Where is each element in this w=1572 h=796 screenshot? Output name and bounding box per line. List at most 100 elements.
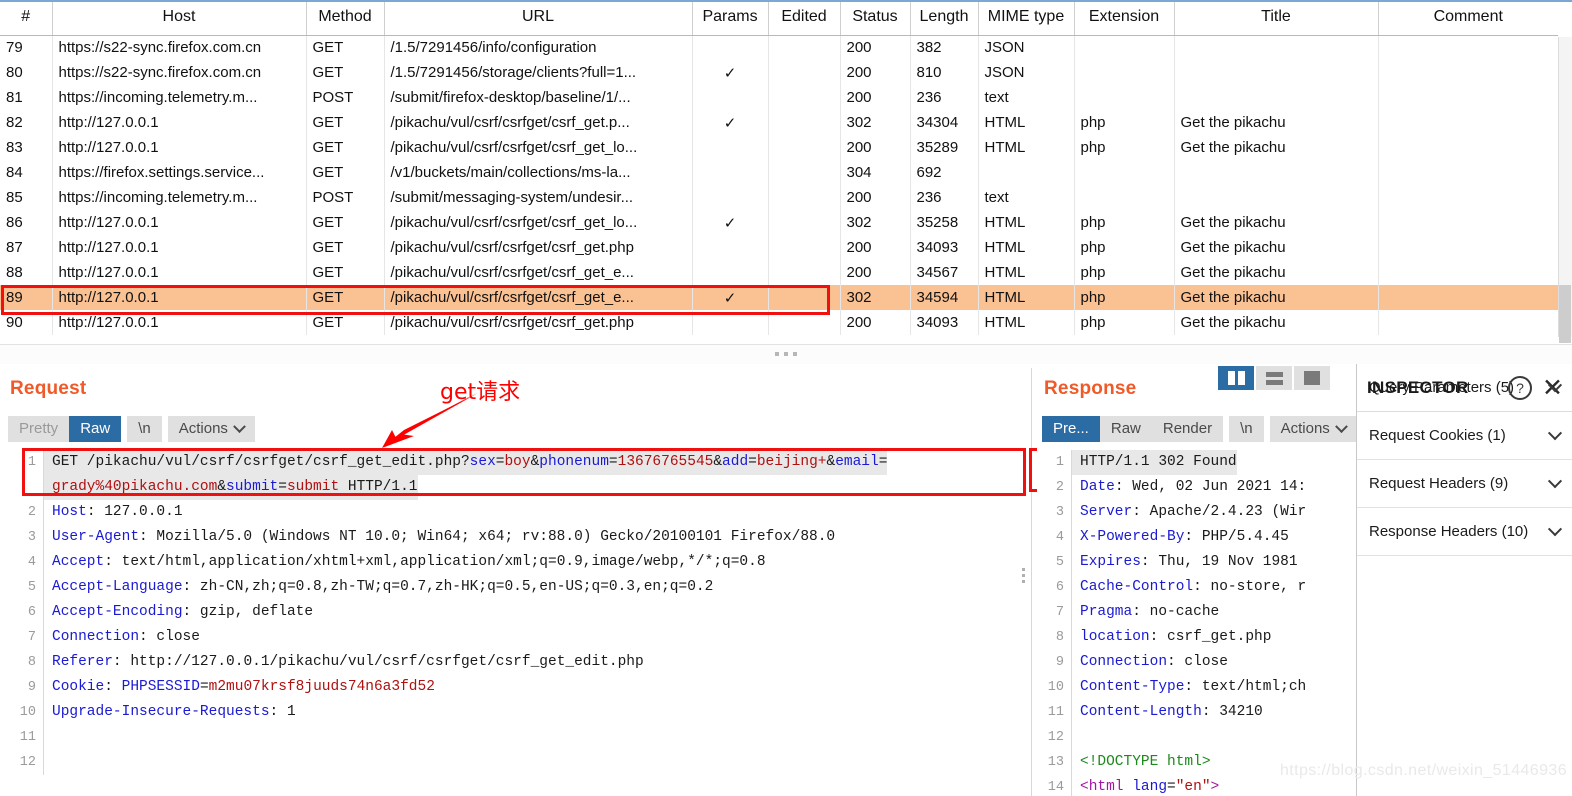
inspector-section-3[interactable]: Request Headers (9) xyxy=(1357,460,1572,508)
table-row[interactable]: 80 https://s22-sync.firefox.com.cn GET/1.5… xyxy=(0,60,1558,85)
column-header-title[interactable]: Title xyxy=(1174,0,1379,36)
cell-params xyxy=(692,235,769,260)
cell-host: https://s22-sync.firefox.com.cn xyxy=(52,60,307,85)
cell-title: Get the pikachu xyxy=(1174,310,1379,335)
request-newline-toggle[interactable]: \n xyxy=(127,416,162,442)
cell-title xyxy=(1174,85,1379,110)
help-icon[interactable]: ? xyxy=(1508,375,1533,400)
cell-method: GET xyxy=(306,310,385,335)
request-pretty-tab[interactable]: Pretty xyxy=(8,416,70,442)
token: : Mozilla/5.0 (Windows NT 10.0; Win64; x… xyxy=(139,529,836,545)
cell-title xyxy=(1174,160,1379,185)
column-header-method[interactable]: Method xyxy=(306,0,385,36)
column-header-extension[interactable]: Extension xyxy=(1074,0,1175,36)
table-row[interactable]: 81 https://incoming.telemetry.m... POST/su… xyxy=(0,85,1558,110)
cell-comment xyxy=(1378,310,1558,335)
column-header-host[interactable]: Host xyxy=(52,0,307,36)
column-header-num[interactable]: # xyxy=(0,0,53,36)
request-editor[interactable]: 1 GET /pikachu/vul/csrf/csrfget/csrf_get_… xyxy=(0,450,1018,796)
line-number: 3 xyxy=(0,525,44,550)
cell-params xyxy=(692,310,769,335)
history-vertical-scrollbar[interactable] xyxy=(1558,37,1572,343)
token: : gzip, deflate xyxy=(182,604,314,620)
cell-comment xyxy=(1378,85,1558,110)
horizontal-splitter[interactable] xyxy=(0,344,1572,364)
request-actions-button[interactable]: Actions xyxy=(167,416,255,442)
cell-ext: php xyxy=(1074,310,1175,335)
token: X-Powered-By xyxy=(1080,529,1185,545)
response-newline-toggle[interactable]: \n xyxy=(1229,416,1264,442)
request-raw-tab[interactable]: Raw xyxy=(69,416,122,442)
response-raw-tab[interactable]: Raw xyxy=(1099,416,1152,442)
table-row[interactable]: 88 http://127.0.0.1 GET/pikachu/vul/csrf/c… xyxy=(0,260,1558,285)
inspector-section-4[interactable]: Response Headers (10) xyxy=(1357,508,1572,556)
cell-edited xyxy=(768,285,841,310)
code-line: 10 Content-Type: text/html;ch xyxy=(1032,675,1354,700)
cell-host: http://127.0.0.1 xyxy=(52,285,307,310)
request-actions-label: Actions xyxy=(178,420,228,437)
cell-num: 84 xyxy=(0,160,53,185)
table-row[interactable]: 87 http://127.0.0.1 GET/pikachu/vul/csrf/c… xyxy=(0,235,1558,260)
token: : xyxy=(104,679,122,695)
token: beijing+ xyxy=(756,454,827,470)
token: = xyxy=(278,479,287,495)
table-row[interactable]: 84 https://firefox.settings.service... GET… xyxy=(0,160,1558,185)
table-row[interactable]: 89 http://127.0.0.1 GET/pikachu/vul/csrf/c… xyxy=(0,285,1558,310)
cell-length: 35289 xyxy=(910,135,979,160)
table-row[interactable]: 85 https://incoming.telemetry.m... POST/su… xyxy=(0,185,1558,210)
cell-mime: JSON xyxy=(978,35,1075,60)
table-row[interactable]: 79 https://s22-sync.firefox.com.cn GET/1.5… xyxy=(0,35,1558,60)
code-line: 12 xyxy=(1032,725,1354,750)
inspector-section-label: Response Headers (10) xyxy=(1369,523,1529,540)
cell-host: http://127.0.0.1 xyxy=(52,310,307,335)
token: boy xyxy=(504,454,531,470)
table-row[interactable]: 86 http://127.0.0.1 GET/pikachu/vul/csrf/c… xyxy=(0,210,1558,235)
inspector-section-2[interactable]: Request Cookies (1) xyxy=(1357,412,1572,460)
layout-side-by-side-button[interactable] xyxy=(1218,366,1254,390)
line-content xyxy=(44,750,52,775)
token: & xyxy=(826,454,836,470)
column-header-params[interactable]: Params xyxy=(692,0,769,36)
token: : close xyxy=(139,629,200,645)
cell-length: 34567 xyxy=(910,260,979,285)
column-header-edited[interactable]: Edited xyxy=(768,0,841,36)
cell-edited xyxy=(768,60,841,85)
token: location xyxy=(1080,629,1150,645)
response-actions-button[interactable]: Actions xyxy=(1269,416,1357,442)
token: HTTP/1.1 xyxy=(339,479,418,495)
column-header-comment[interactable]: Comment xyxy=(1378,0,1558,36)
layout-single-button[interactable] xyxy=(1294,366,1330,390)
line-number: 3 xyxy=(1032,500,1072,525)
token: sex xyxy=(469,454,496,470)
single-pane-icon xyxy=(1304,371,1320,385)
cell-edited xyxy=(768,235,841,260)
cell-num: 88 xyxy=(0,260,53,285)
line-content: Referer: http://127.0.0.1/pikachu/vul/cs… xyxy=(44,650,644,675)
line-number: 11 xyxy=(0,725,44,750)
table-row[interactable]: 83 http://127.0.0.1 GET/pikachu/vul/csrf/c… xyxy=(0,135,1558,160)
cell-url: /pikachu/vul/csrf/csrfget/csrf_get_e... xyxy=(384,260,693,285)
cell-status: 302 xyxy=(840,285,911,310)
layout-stacked-button[interactable] xyxy=(1256,366,1292,390)
response-editor[interactable]: 1 HTTP/1.1 302 Found 2 Date: Wed, 02 Jun 20… xyxy=(1032,450,1354,796)
line-number: 10 xyxy=(1032,675,1072,700)
scrollbar-thumb[interactable] xyxy=(1559,285,1571,343)
table-row[interactable]: 90 http://127.0.0.1 GET/pikachu/vul/csrf/c… xyxy=(0,310,1558,335)
request-response-divider[interactable] xyxy=(1018,368,1032,796)
cell-params xyxy=(692,260,769,285)
column-header-status[interactable]: Status xyxy=(840,0,911,36)
response-pretty-tab[interactable]: Pre... xyxy=(1042,416,1100,442)
code-line: 8 location: csrf_get.php xyxy=(1032,625,1354,650)
cell-comment xyxy=(1378,35,1558,60)
cell-url: /1.5/7291456/storage/clients?full=1... xyxy=(384,60,693,85)
chevron-down-icon xyxy=(1547,425,1563,440)
column-header-length[interactable]: Length xyxy=(910,0,979,36)
response-render-tab[interactable]: Render xyxy=(1151,416,1224,442)
line-number: 8 xyxy=(0,650,44,675)
token: : http://127.0.0.1/pikachu/vul/csrf/csrf… xyxy=(112,654,644,670)
column-header-url[interactable]: URL xyxy=(384,0,693,36)
column-header-mime[interactable]: MIME type xyxy=(978,0,1075,36)
line-content: Host: 127.0.0.1 xyxy=(44,500,183,525)
table-row[interactable]: 82 http://127.0.0.1 GET/pikachu/vul/csrf/c… xyxy=(0,110,1558,135)
cell-status: 302 xyxy=(840,210,911,235)
